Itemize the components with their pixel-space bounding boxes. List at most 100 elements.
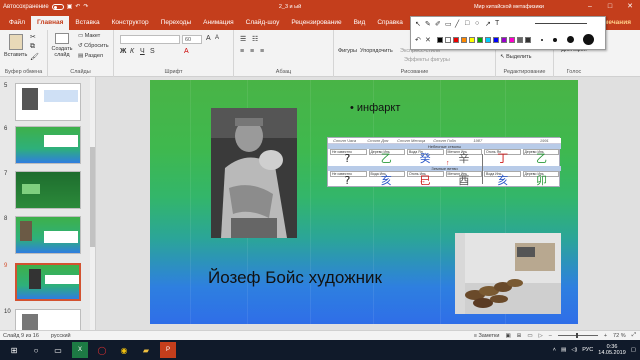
underline-icon[interactable]: Ч (140, 48, 145, 55)
opera-icon[interactable]: ◯ (94, 342, 110, 358)
portrait-photo[interactable] (211, 108, 297, 238)
zoom-level[interactable]: 72 % (613, 333, 626, 339)
select-button[interactable]: ↖ Выделить (500, 54, 532, 60)
shrink-font-icon[interactable]: A (215, 35, 219, 41)
tab-insert[interactable]: Вставка (69, 16, 105, 30)
minimize-button[interactable]: – (580, 0, 600, 13)
undo-icon[interactable]: ↶ (75, 3, 80, 10)
bullet-text[interactable]: • инфаркт (350, 102, 400, 114)
rectangle-icon[interactable]: □ (465, 20, 469, 27)
slide-thumb-8[interactable] (15, 216, 81, 254)
fit-slide-icon[interactable]: ⤢ (632, 332, 636, 339)
arrow-icon[interactable]: ↗ (485, 20, 491, 28)
tab-transitions[interactable]: Переходы (155, 16, 198, 30)
pen-icon[interactable]: ✎ (425, 20, 431, 28)
color-dark-gray[interactable] (525, 37, 531, 43)
chevron-up-icon[interactable]: ˄ (553, 347, 556, 353)
slide-thumb-6[interactable] (15, 126, 81, 164)
align-center-icon[interactable]: ≡ (250, 48, 254, 55)
normal-view-icon[interactable]: ▣ (506, 333, 511, 339)
excel-icon[interactable]: X (72, 342, 88, 358)
powerpoint-icon[interactable]: P (160, 342, 176, 358)
layout-button[interactable]: ▭ Макет (78, 33, 100, 39)
tab-review[interactable]: Рецензирование (285, 16, 347, 30)
numbering-icon[interactable]: ☷ (252, 35, 258, 43)
clock[interactable]: 0:36 14.05.2019 (598, 344, 626, 356)
new-slide-button[interactable]: Создать слайд (51, 33, 73, 58)
tab-home[interactable]: Главная (30, 16, 70, 30)
notes-button[interactable]: ≡ Заметки (474, 333, 500, 339)
shapes-button[interactable]: Фигуры (338, 48, 357, 54)
eraser-icon[interactable]: ▭ (445, 20, 452, 28)
thumbnail-scrollbar[interactable] (90, 77, 95, 330)
color-green[interactable] (477, 37, 483, 43)
close-button[interactable]: ✕ (620, 0, 640, 13)
color-orange[interactable] (461, 37, 467, 43)
color-black[interactable] (437, 37, 443, 43)
tab-view[interactable]: Вид (348, 16, 372, 30)
chrome-icon[interactable]: ◉ (116, 342, 132, 358)
volume-icon[interactable]: ◁) (571, 347, 577, 353)
font-color-icon[interactable]: A (184, 48, 189, 55)
slide-thumb-7[interactable] (15, 171, 81, 209)
autosave-toggle[interactable] (51, 3, 64, 10)
copy-icon[interactable]: ⧉ (30, 43, 35, 51)
save-icon[interactable]: ▣ (67, 3, 73, 10)
line-icon[interactable]: ╱ (455, 20, 459, 28)
clear-draw-icon[interactable]: ✕ (425, 36, 431, 44)
align-left-icon[interactable]: ≡ (240, 48, 244, 55)
color-magenta[interactable] (509, 37, 515, 43)
color-red[interactable] (453, 37, 459, 43)
tab-design[interactable]: Конструктор (106, 16, 155, 30)
explorer-icon[interactable]: ▰ (138, 342, 154, 358)
maximize-button[interactable]: □ (600, 0, 620, 13)
strikethrough-icon[interactable]: S (150, 48, 155, 55)
highlighter-icon[interactable]: ✐ (435, 20, 441, 28)
search-icon[interactable]: ○ (28, 342, 44, 358)
color-purple[interactable] (501, 37, 507, 43)
color-white[interactable] (445, 37, 451, 43)
current-slide[interactable]: • инфаркт Столп Часа Столп Дня Столп Мес… (150, 80, 578, 324)
notifications-icon[interactable]: ▢ (631, 347, 636, 353)
color-yellow[interactable] (469, 37, 475, 43)
grow-font-icon[interactable]: A (206, 35, 211, 42)
zoom-slider[interactable] (557, 333, 598, 338)
text-icon[interactable]: T (495, 20, 499, 27)
slide-title[interactable]: Йозеф Бойс художник (208, 268, 382, 288)
align-right-icon[interactable]: ≡ (260, 48, 264, 55)
installation-photo[interactable] (455, 233, 561, 314)
shape-effects-button[interactable]: Эффекты фигуры (404, 57, 450, 63)
color-gray[interactable] (517, 37, 523, 43)
tab-animation[interactable]: Анимация (197, 16, 240, 30)
slide-thumb-5[interactable] (15, 83, 81, 121)
tab-help[interactable]: Справка (371, 16, 409, 30)
slide-thumb-10[interactable] (15, 309, 81, 330)
pointer-icon[interactable]: ↖ (415, 20, 421, 28)
size-small-icon[interactable] (541, 39, 543, 41)
color-blue[interactable] (493, 37, 499, 43)
slide-thumb-9[interactable] (15, 263, 81, 301)
language-indicator[interactable]: русский (51, 333, 71, 339)
font-size-input[interactable]: 60 (182, 35, 202, 44)
reading-view-icon[interactable]: ▭ (527, 333, 532, 339)
redo-icon[interactable]: ↷ (83, 3, 88, 10)
reset-button[interactable]: ↺ Сбросить (78, 43, 109, 49)
bullets-icon[interactable]: ☰ (240, 35, 246, 43)
ellipse-icon[interactable]: ○ (475, 20, 479, 27)
start-icon[interactable]: ⊞ (6, 342, 22, 358)
format-painter-icon[interactable]: 🖌 (30, 53, 39, 61)
scrollbar-thumb[interactable] (90, 147, 95, 247)
italic-icon[interactable]: К (130, 48, 134, 55)
bazi-table[interactable]: Столп Часа Столп Дня Столп Месяца Столп … (327, 137, 561, 187)
font-name-input[interactable] (120, 35, 180, 44)
tab-slideshow[interactable]: Слайд-шоу (240, 16, 286, 30)
sorter-view-icon[interactable]: ⊞ (517, 333, 522, 339)
tab-file[interactable]: Файл (3, 16, 31, 30)
zoom-out-icon[interactable]: – (549, 333, 552, 339)
keyboard-language[interactable]: РУС (582, 347, 593, 353)
size-medium-icon[interactable] (553, 38, 557, 42)
size-xlarge-icon[interactable] (583, 34, 594, 45)
task-view-icon[interactable]: ▭ (50, 342, 66, 358)
arrange-button[interactable]: Упорядочить (360, 48, 393, 54)
zoom-in-icon[interactable]: + (604, 333, 607, 339)
